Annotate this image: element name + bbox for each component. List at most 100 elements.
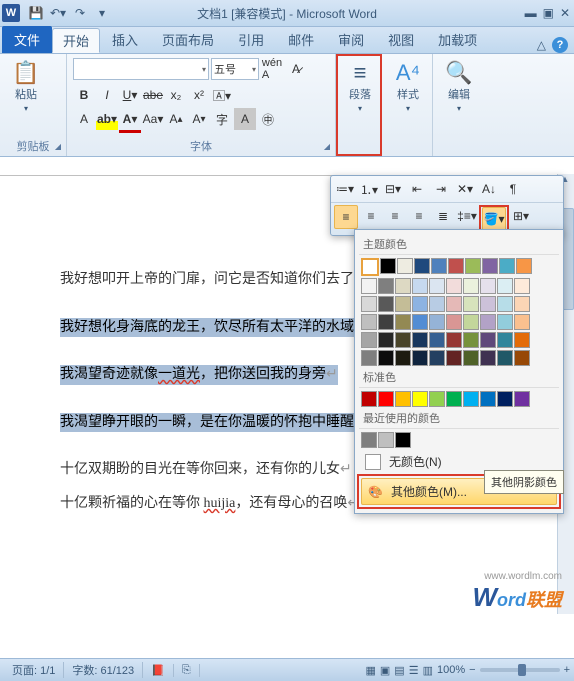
qat-customize[interactable]: ▾ bbox=[92, 3, 112, 23]
tab-page-layout[interactable]: 页面布局 bbox=[150, 26, 226, 53]
enclose-char-button[interactable]: A bbox=[234, 108, 256, 130]
status-words[interactable]: 字数: 61/123 bbox=[64, 662, 143, 678]
status-insert-mode[interactable]: ⎘ bbox=[174, 664, 200, 677]
zoom-out-button[interactable]: − bbox=[469, 664, 475, 676]
color-swatch[interactable] bbox=[431, 258, 447, 274]
color-swatch[interactable] bbox=[497, 278, 513, 294]
color-swatch[interactable] bbox=[514, 391, 530, 407]
color-swatch[interactable] bbox=[480, 350, 496, 366]
line-spacing-button[interactable]: ‡≡▾ bbox=[456, 205, 478, 227]
status-proofing-icon[interactable]: 📕 bbox=[143, 664, 174, 677]
color-swatch[interactable] bbox=[395, 278, 411, 294]
italic-button[interactable]: I bbox=[96, 84, 118, 106]
align-left-button[interactable]: ≡ bbox=[360, 205, 382, 227]
color-swatch[interactable] bbox=[429, 350, 445, 366]
editing-button[interactable]: 🔍 编辑▾ bbox=[439, 58, 479, 114]
tab-addins[interactable]: 加载项 bbox=[426, 26, 489, 53]
view-outline-button[interactable]: ☰ bbox=[409, 664, 419, 677]
font-name-combo[interactable]: ▾ bbox=[73, 58, 209, 80]
color-swatch[interactable] bbox=[378, 278, 394, 294]
phonetic-guide-button[interactable]: 字 bbox=[211, 108, 233, 130]
color-swatch[interactable] bbox=[497, 314, 513, 330]
color-swatch[interactable] bbox=[378, 432, 394, 448]
color-swatch[interactable] bbox=[446, 296, 462, 312]
color-swatch[interactable] bbox=[446, 350, 462, 366]
text-line-selected[interactable]: 我好想化身海底的龙王，饮尽所有太平洋的水域↵ bbox=[60, 318, 366, 338]
color-swatch[interactable] bbox=[361, 332, 377, 348]
color-swatch[interactable] bbox=[497, 391, 513, 407]
color-swatch[interactable] bbox=[482, 258, 498, 274]
color-swatch[interactable] bbox=[378, 314, 394, 330]
color-swatch[interactable] bbox=[463, 278, 479, 294]
color-swatch[interactable] bbox=[361, 350, 377, 366]
close-button[interactable]: ✕ bbox=[560, 6, 570, 20]
color-swatch[interactable] bbox=[412, 314, 428, 330]
color-swatch[interactable] bbox=[395, 432, 411, 448]
qat-save[interactable]: 💾 bbox=[26, 3, 46, 23]
clear-formatting-button[interactable]: A̷ bbox=[285, 58, 307, 80]
color-swatch[interactable] bbox=[412, 332, 428, 348]
sort-button[interactable]: A↓ bbox=[478, 178, 500, 200]
color-swatch[interactable] bbox=[361, 391, 377, 407]
highlight-button[interactable]: ab▾ bbox=[96, 108, 118, 130]
char-shading-button[interactable]: Aa▾ bbox=[142, 108, 164, 130]
color-swatch[interactable] bbox=[412, 350, 428, 366]
superscript-button[interactable]: x² bbox=[188, 84, 210, 106]
increase-indent-button[interactable]: ⇥ bbox=[430, 178, 452, 200]
numbering-button[interactable]: ⒈▾ bbox=[358, 178, 380, 200]
color-swatch[interactable] bbox=[395, 296, 411, 312]
qat-redo[interactable]: ↷ bbox=[70, 3, 90, 23]
color-swatch[interactable] bbox=[429, 278, 445, 294]
tab-review[interactable]: 审阅 bbox=[326, 26, 376, 53]
view-print-layout-button[interactable]: ▦ bbox=[365, 664, 375, 677]
color-swatch[interactable] bbox=[446, 278, 462, 294]
color-swatch[interactable] bbox=[480, 332, 496, 348]
color-swatch[interactable] bbox=[395, 314, 411, 330]
grow-font-button[interactable]: A▴ bbox=[165, 108, 187, 130]
font-size-combo[interactable]: 五号▾ bbox=[211, 58, 259, 80]
color-swatch[interactable] bbox=[429, 391, 445, 407]
align-center-button[interactable]: ≡ bbox=[384, 205, 406, 227]
color-swatch[interactable] bbox=[516, 258, 532, 274]
color-swatch[interactable] bbox=[448, 258, 464, 274]
color-swatch[interactable] bbox=[429, 332, 445, 348]
color-swatch[interactable] bbox=[514, 314, 530, 330]
color-swatch[interactable] bbox=[497, 332, 513, 348]
color-swatch[interactable] bbox=[395, 332, 411, 348]
color-swatch[interactable] bbox=[463, 332, 479, 348]
color-swatch[interactable] bbox=[361, 258, 379, 276]
color-swatch[interactable] bbox=[429, 314, 445, 330]
bullets-button[interactable]: ≔▾ bbox=[334, 178, 356, 200]
color-swatch[interactable] bbox=[499, 258, 515, 274]
bold-button[interactable]: B bbox=[73, 84, 95, 106]
color-swatch[interactable] bbox=[361, 314, 377, 330]
color-swatch[interactable] bbox=[497, 296, 513, 312]
color-swatch[interactable] bbox=[514, 350, 530, 366]
tab-file[interactable]: 文件 bbox=[2, 26, 52, 53]
tab-view[interactable]: 视图 bbox=[376, 26, 426, 53]
color-swatch[interactable] bbox=[446, 332, 462, 348]
paragraph-button[interactable]: ≡ 段落▾ bbox=[340, 58, 380, 114]
color-swatch[interactable] bbox=[361, 278, 377, 294]
decrease-indent-button[interactable]: ⇤ bbox=[406, 178, 428, 200]
view-web-layout-button[interactable]: ▤ bbox=[394, 664, 404, 677]
color-swatch[interactable] bbox=[514, 278, 530, 294]
align-justify-button[interactable]: ≡ bbox=[334, 205, 358, 229]
text-line-selected[interactable]: 我渴望奇迹就像一道光，把你送回我的身旁↵ bbox=[60, 365, 338, 385]
color-swatch[interactable] bbox=[514, 332, 530, 348]
zoom-level[interactable]: 100% bbox=[437, 664, 465, 676]
tab-insert[interactable]: 插入 bbox=[100, 26, 150, 53]
clipboard-launcher[interactable]: ◢ bbox=[52, 142, 64, 154]
show-marks-button[interactable]: ¶ bbox=[502, 178, 524, 200]
view-draft-button[interactable]: ▥ bbox=[423, 664, 433, 677]
color-swatch[interactable] bbox=[378, 296, 394, 312]
color-swatch[interactable] bbox=[463, 350, 479, 366]
status-page[interactable]: 页面: 1/1 bbox=[4, 662, 64, 678]
color-swatch[interactable] bbox=[497, 350, 513, 366]
color-swatch[interactable] bbox=[480, 296, 496, 312]
font-launcher[interactable]: ◢ bbox=[321, 142, 333, 154]
color-swatch[interactable] bbox=[480, 314, 496, 330]
borders-button[interactable]: ⊞▾ bbox=[510, 205, 532, 227]
zoom-in-button[interactable]: + bbox=[564, 664, 570, 676]
circled-char-button[interactable]: ㊥ bbox=[257, 108, 279, 130]
